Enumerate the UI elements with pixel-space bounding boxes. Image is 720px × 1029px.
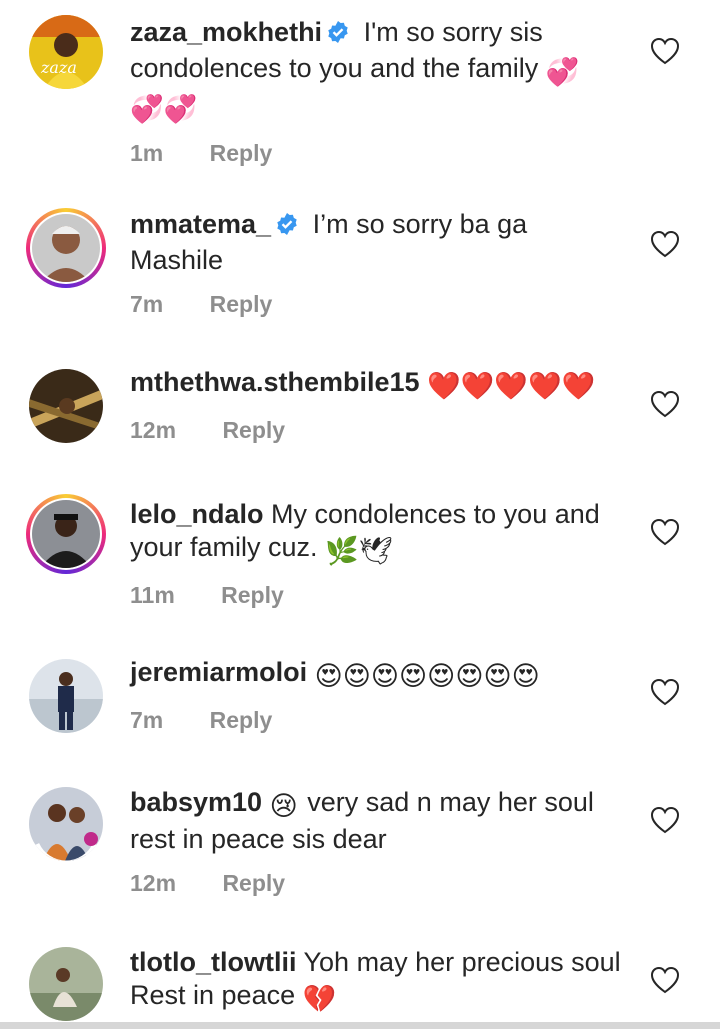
emoji: 😢	[269, 791, 298, 821]
emoji: 🌿🕊	[325, 536, 393, 566]
heart-outline-icon[interactable]	[650, 390, 680, 418]
avatar[interactable]	[26, 366, 106, 446]
comment-body-line2: Rest in peace	[130, 980, 296, 1010]
avatar[interactable]	[26, 656, 106, 736]
heart-outline-icon[interactable]	[650, 678, 680, 706]
comment-time: 12m	[130, 417, 177, 443]
reply-button[interactable]: Reply	[222, 417, 285, 444]
comment-text: lelo_ndalo My condolences to you and you…	[130, 498, 630, 568]
avatar[interactable]	[26, 208, 106, 288]
verified-badge-icon	[326, 19, 350, 52]
comment-body-line2: condolences to you and the family	[130, 53, 539, 83]
emoji: 😍😍😍😍😍😍😍😍	[314, 661, 540, 691]
comment-username[interactable]: lelo_ndalo	[130, 499, 264, 529]
heart-outline-icon[interactable]	[650, 966, 680, 994]
bottom-divider	[0, 1022, 720, 1029]
comment-time: 11m	[130, 582, 175, 608]
comment-time: 12m	[130, 870, 177, 896]
comment-text: babsym10 😢 very sad n may her soul rest …	[130, 786, 630, 856]
comment-text: mmatema_ I’m so sorry ba ga Mashile	[130, 208, 630, 277]
comment-body: I'm so sorry sis	[363, 17, 543, 47]
heart-outline-icon[interactable]	[650, 518, 680, 546]
emoji: 💔	[302, 984, 337, 1014]
reply-button[interactable]: Reply	[221, 582, 284, 609]
comment-time: 7m	[130, 291, 164, 317]
emoji: ❤️❤️❤️❤️❤️	[427, 371, 596, 401]
comment-body: Yoh may her precious soul	[303, 947, 621, 977]
avatar[interactable]	[26, 784, 106, 864]
comment-body: I’m so sorry ba ga	[312, 209, 528, 239]
comment-body: My condolences to you and	[271, 499, 600, 529]
comment-body-line2: your family cuz.	[130, 532, 318, 562]
comment-text: mthethwa.sthembile15 ❤️❤️❤️❤️❤️	[130, 366, 630, 403]
heart-outline-icon[interactable]	[650, 37, 680, 65]
comment-body-line2: Mashile	[130, 245, 224, 275]
reply-button[interactable]: Reply	[210, 707, 273, 734]
reply-button[interactable]: Reply	[210, 291, 273, 318]
reply-button[interactable]: Reply	[222, 870, 285, 897]
comment-username[interactable]: jeremiarmoloi	[130, 657, 307, 687]
comment-body: very sad n may her soul	[307, 787, 594, 817]
comment-username[interactable]: tlotlo_tlowtlii	[130, 947, 296, 977]
comment-username[interactable]: mmatema_	[130, 209, 271, 239]
comment-username[interactable]: mthethwa.sthembile15	[130, 367, 420, 397]
avatar[interactable]	[26, 944, 106, 1024]
comment-username[interactable]: zaza_mokhethi	[130, 17, 322, 47]
comment-time: 1m	[130, 140, 164, 166]
reply-button[interactable]: Reply	[210, 140, 273, 167]
verified-badge-icon	[275, 211, 299, 244]
emoji: 💞	[545, 57, 580, 87]
svg-text:zaza: zaza	[40, 58, 77, 77]
comment-text: jeremiarmoloi 😍😍😍😍😍😍😍😍	[130, 656, 630, 693]
avatar[interactable]	[26, 494, 106, 574]
comment-text: tlotlo_tlowtlii Yoh may her precious sou…	[130, 946, 630, 1016]
heart-outline-icon[interactable]	[650, 230, 680, 258]
comment-username[interactable]: babsym10	[130, 787, 262, 817]
emoji: 💞💞	[130, 94, 198, 124]
comment-text: zaza_mokhethi I'm so sorry sis condolenc…	[130, 16, 630, 126]
comment-time: 7m	[130, 707, 164, 733]
comment-body-line2: rest in peace sis dear	[130, 824, 387, 854]
avatar[interactable]: zaza	[26, 12, 106, 92]
heart-outline-icon[interactable]	[650, 806, 680, 834]
